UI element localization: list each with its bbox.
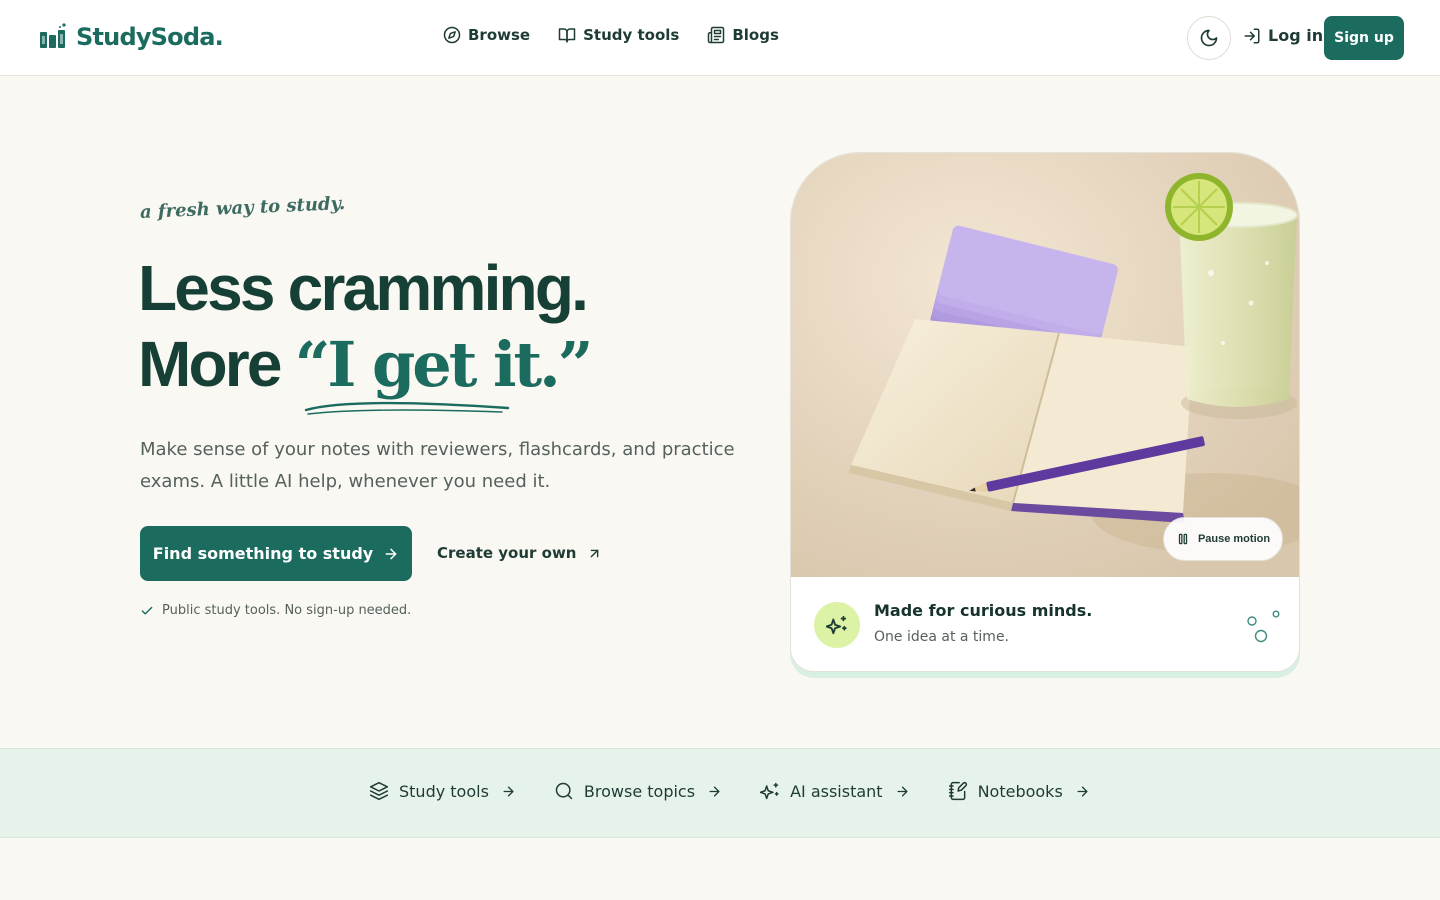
signup-button[interactable]: Sign up bbox=[1324, 16, 1404, 60]
nav-browse-label: Browse bbox=[468, 26, 531, 44]
quicklink-notebooks[interactable]: Notebooks bbox=[948, 781, 1090, 801]
logo-link[interactable]: StudySoda. bbox=[38, 22, 224, 52]
moon-icon bbox=[1200, 29, 1218, 47]
site-header: StudySoda. Browse Study tools Blogs Log … bbox=[0, 0, 1440, 76]
sparkles-badge bbox=[814, 602, 860, 648]
nav-blogs-label: Blogs bbox=[732, 26, 779, 44]
quicklink-browse-topics-label: Browse topics bbox=[583, 781, 696, 801]
create-your-own-link[interactable]: Create your own bbox=[437, 544, 602, 562]
newspaper-icon bbox=[708, 26, 725, 44]
login-link[interactable]: Log in bbox=[1243, 26, 1323, 45]
sparkles-icon bbox=[760, 782, 779, 800]
quicklink-ai-assistant-label: AI assistant bbox=[790, 781, 883, 801]
quicklinks-strip: Study tools Browse topics AI assistant N… bbox=[0, 748, 1440, 838]
card-title: Made for curious minds. bbox=[874, 601, 1093, 620]
nav-blogs[interactable]: Blogs bbox=[707, 26, 779, 44]
hero-subtext: Make sense of your notes with reviewers,… bbox=[140, 439, 735, 492]
theme-toggle-button[interactable] bbox=[1187, 16, 1231, 60]
hero-card: Pause motion Made for curious minds. One… bbox=[790, 152, 1300, 678]
pause-icon bbox=[1178, 533, 1188, 545]
pause-motion-label: Pause motion bbox=[1197, 533, 1271, 545]
book-open-icon bbox=[558, 28, 576, 43]
accent-underline-decoration bbox=[304, 401, 510, 415]
arrow-right-icon bbox=[503, 786, 514, 796]
quicklink-ai-assistant[interactable]: AI assistant bbox=[760, 781, 910, 801]
quicklink-study-tools-label: Study tools bbox=[399, 781, 489, 801]
hero-headline: Less cramming. More “I get it.” bbox=[138, 250, 594, 403]
arrow-right-icon bbox=[897, 786, 908, 796]
main-nav: Browse Study tools Blogs bbox=[443, 26, 779, 44]
headline-line-1: Less cramming. bbox=[138, 252, 589, 324]
login-label: Log in bbox=[1268, 26, 1324, 45]
arrow-up-right-icon bbox=[590, 549, 598, 557]
find-study-label: Find something to study bbox=[152, 544, 374, 563]
quicklink-study-tools[interactable]: Study tools bbox=[369, 781, 516, 801]
create-your-own-label: Create your own bbox=[437, 544, 577, 562]
logo-text: StudySoda. bbox=[76, 23, 224, 51]
nav-study-tools-label: Study tools bbox=[583, 26, 680, 44]
headline-line-2-prefix: More bbox=[138, 328, 283, 400]
quicklink-browse-topics[interactable]: Browse topics bbox=[554, 781, 722, 801]
arrow-right-icon bbox=[709, 786, 720, 796]
public-note: Public study tools. No sign-up needed. bbox=[140, 603, 411, 618]
study-scene-illustration bbox=[791, 153, 1299, 577]
nav-browse[interactable]: Browse bbox=[443, 26, 530, 44]
hero-tagline: a fresh way to study. bbox=[139, 193, 346, 223]
bubbles-decoration bbox=[1247, 610, 1280, 643]
logo-icon bbox=[40, 23, 66, 48]
notebook-pen-icon bbox=[948, 781, 967, 801]
headline-accent: “I get it.” bbox=[294, 328, 594, 401]
quicklink-notebooks-label: Notebooks bbox=[977, 781, 1063, 801]
card-subtitle: One idea at a time. bbox=[874, 629, 1010, 645]
hero-card-body: Pause motion Made for curious minds. One… bbox=[790, 152, 1300, 672]
arrow-right-icon bbox=[1077, 786, 1088, 796]
pause-motion-button[interactable]: Pause motion bbox=[1163, 517, 1283, 561]
sparkles-icon bbox=[826, 615, 847, 635]
search-icon bbox=[555, 782, 573, 800]
compass-icon bbox=[443, 26, 461, 44]
quicklinks-list: Study tools Browse topics AI assistant N… bbox=[369, 781, 1090, 801]
public-note-text: Public study tools. No sign-up needed. bbox=[162, 603, 412, 618]
find-study-button[interactable]: Find something to study bbox=[140, 526, 412, 581]
arrow-right-icon bbox=[385, 548, 397, 559]
log-in-icon bbox=[1244, 28, 1260, 43]
card-footer: Made for curious minds. One idea at a ti… bbox=[791, 577, 1299, 671]
layers-icon bbox=[369, 781, 389, 801]
nav-study-tools[interactable]: Study tools bbox=[558, 26, 679, 44]
check-icon bbox=[141, 606, 153, 615]
